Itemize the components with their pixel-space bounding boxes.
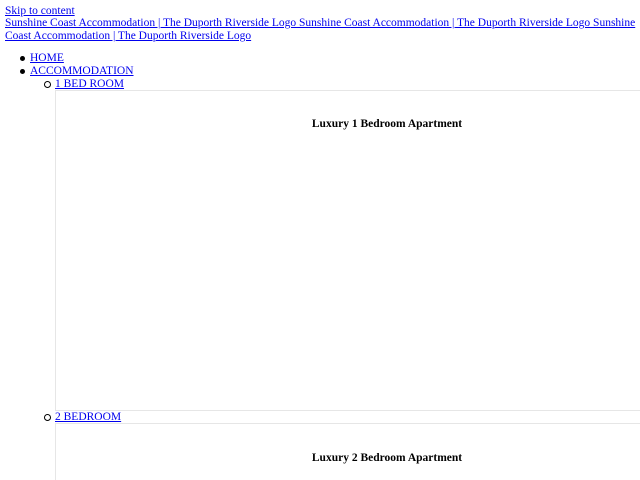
nav-link-home[interactable]: HOME (30, 52, 64, 64)
circle-bullet-icon (44, 414, 51, 421)
page: Skip to content Sunshine Coast Accommoda… (0, 0, 640, 480)
panel-title-2-bedroom: Luxury 2 Bedroom Apartment (311, 452, 463, 464)
bullet-icon (20, 69, 25, 74)
nav-item-accommodation: ACCOMMODATION (20, 65, 134, 78)
panel-title-1-bedroom: Luxury 1 Bedroom Apartment (311, 118, 463, 130)
bullet-icon (20, 56, 25, 61)
nav-link-accommodation[interactable]: ACCOMMODATION (30, 65, 134, 77)
mega-menu-panel-1-bedroom: Luxury 1 Bedroom Apartment (55, 90, 640, 411)
mega-menu-panel-2-bedroom: Luxury 2 Bedroom Apartment (55, 423, 640, 480)
submenu-link-2-bedroom[interactable]: 2 BEDROOM (55, 411, 121, 423)
nav-item-home: HOME (20, 52, 64, 65)
submenu-link-1-bedroom[interactable]: 1 BED ROOM (55, 78, 124, 90)
circle-bullet-icon (44, 81, 51, 88)
site-logo-link[interactable]: Sunshine Coast Accommodation | The Dupor… (5, 17, 640, 43)
